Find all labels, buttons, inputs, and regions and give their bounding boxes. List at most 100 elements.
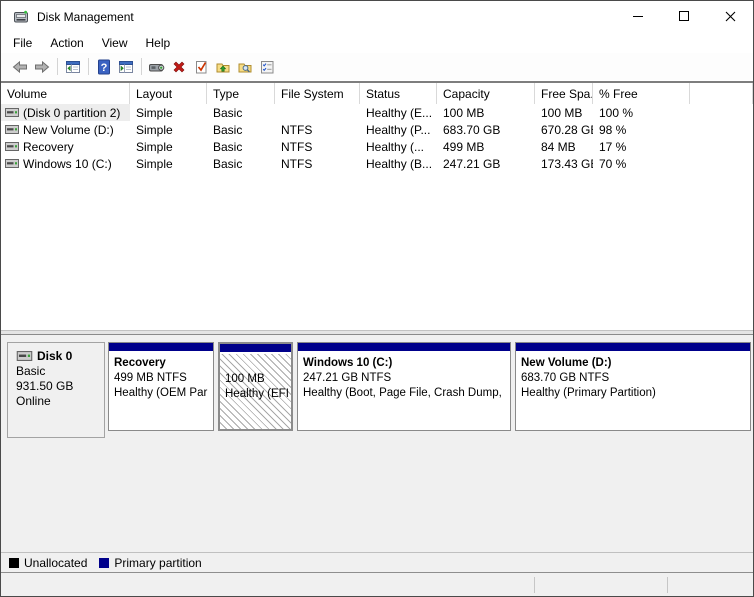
column-header-capacity[interactable]: Capacity xyxy=(437,83,535,104)
menu-view[interactable]: View xyxy=(93,34,137,52)
toolbar-separator xyxy=(57,58,58,75)
mark-partition-active-button[interactable] xyxy=(190,56,212,78)
primary-partition-band xyxy=(109,343,213,353)
cell-layout: Simple xyxy=(130,157,207,171)
cell-layout: Simple xyxy=(130,140,207,154)
forward-button[interactable] xyxy=(31,56,53,78)
rescan-disks-icon xyxy=(148,59,166,75)
cell-volume: (Disk 0 partition 2) xyxy=(1,104,130,121)
menu-file[interactable]: File xyxy=(4,34,41,52)
menubar: File Action View Help xyxy=(1,32,753,53)
volume-row-disk0-partition2[interactable]: (Disk 0 partition 2) Simple Basic Health… xyxy=(1,104,753,121)
maximize-button[interactable] xyxy=(661,1,707,31)
show-action-pane-icon xyxy=(118,59,134,75)
mark-partition-active-icon xyxy=(193,59,209,75)
partition-status: Healthy (Primary Partition) xyxy=(521,386,750,401)
column-header-layout[interactable]: Layout xyxy=(130,83,207,104)
partition-status: Healthy (OEM Par xyxy=(114,386,213,401)
open-button[interactable] xyxy=(212,56,234,78)
properties-icon xyxy=(259,59,275,75)
primary-partition-band xyxy=(298,343,510,353)
show-console-tree-button[interactable] xyxy=(62,56,84,78)
back-icon xyxy=(12,59,28,75)
disk-management-window: Disk Management File Action View Help xyxy=(0,0,754,597)
minimize-button[interactable] xyxy=(615,1,661,31)
cell-free-space: 173.43 GB xyxy=(535,157,593,171)
disk-icon xyxy=(16,351,33,361)
cell-pct-free: 17 % xyxy=(593,140,690,154)
show-action-pane-button[interactable] xyxy=(115,56,137,78)
column-header-volume[interactable]: Volume xyxy=(1,83,130,104)
cell-capacity: 247.21 GB xyxy=(437,157,535,171)
menu-action[interactable]: Action xyxy=(41,34,92,52)
cell-layout: Simple xyxy=(130,123,207,137)
partition-size: 499 MB NTFS xyxy=(114,371,213,386)
partition-new-volume-d[interactable]: New Volume (D:) 683.70 GB NTFS Healthy (… xyxy=(515,342,751,431)
disk-graphic-pane: Disk 0 Basic 931.50 GB Online Recovery 4… xyxy=(1,335,753,572)
show-console-tree-icon xyxy=(65,59,81,75)
partition-name: Recovery xyxy=(114,356,213,371)
legend-label: Primary partition xyxy=(114,556,201,570)
cell-status: Healthy (P... xyxy=(360,123,437,137)
volume-name: (Disk 0 partition 2) xyxy=(23,106,120,120)
open-icon xyxy=(215,59,231,75)
column-header-status[interactable]: Status xyxy=(360,83,437,104)
partition-size: 247.21 GB NTFS xyxy=(303,371,510,386)
properties-button[interactable] xyxy=(256,56,278,78)
titlebar: Disk Management xyxy=(1,1,753,32)
cell-free-space: 670.28 GB xyxy=(535,123,593,137)
window-title: Disk Management xyxy=(37,10,134,24)
column-header-file-system[interactable]: File System xyxy=(275,83,360,104)
cell-layout: Simple xyxy=(130,106,207,120)
menu-help[interactable]: Help xyxy=(137,34,180,52)
cell-status: Healthy (... xyxy=(360,140,437,154)
help-button[interactable]: ? xyxy=(93,56,115,78)
statusbar xyxy=(1,572,753,597)
disk0-header-panel[interactable]: Disk 0 Basic 931.50 GB Online xyxy=(7,342,105,438)
forward-icon xyxy=(34,59,50,75)
partition-efi-selected[interactable]: 100 MB Healthy (EFI xyxy=(218,342,293,431)
partition-size: 683.70 GB NTFS xyxy=(521,371,750,386)
volume-icon xyxy=(5,108,19,117)
column-header-empty xyxy=(690,83,753,104)
volume-row-recovery[interactable]: Recovery Simple Basic NTFS Healthy (... … xyxy=(1,138,753,155)
primary-partition-band xyxy=(516,343,750,353)
cell-type: Basic xyxy=(207,123,275,137)
volume-name: Windows 10 (C:) xyxy=(23,157,112,171)
rescan-disks-button[interactable] xyxy=(146,56,168,78)
explore-button[interactable] xyxy=(234,56,256,78)
cell-capacity: 100 MB xyxy=(437,106,535,120)
close-icon xyxy=(725,11,736,22)
maximize-icon xyxy=(679,11,689,21)
cell-file-system: NTFS xyxy=(275,140,360,154)
partition-name: Windows 10 (C:) xyxy=(303,356,510,371)
close-button[interactable] xyxy=(707,1,753,31)
cell-type: Basic xyxy=(207,106,275,120)
cell-volume: New Volume (D:) xyxy=(1,121,130,138)
primary-partition-color-swatch xyxy=(99,558,109,568)
cell-volume: Windows 10 (C:) xyxy=(1,155,130,172)
partition-status: Healthy (Boot, Page File, Crash Dump, xyxy=(303,386,510,401)
back-button[interactable] xyxy=(9,56,31,78)
toolbar-separator xyxy=(141,58,142,75)
partition-windows-10-c[interactable]: Windows 10 (C:) 247.21 GB NTFS Healthy (… xyxy=(297,342,511,431)
volume-name: New Volume (D:) xyxy=(23,123,114,137)
cell-volume: Recovery xyxy=(1,138,130,155)
volume-row-windows-10-c[interactable]: Windows 10 (C:) Simple Basic NTFS Health… xyxy=(1,155,753,172)
column-header-free-space[interactable]: Free Spa... xyxy=(535,83,593,104)
delete-volume-button[interactable] xyxy=(168,56,190,78)
delete-volume-icon xyxy=(171,59,187,75)
volume-icon xyxy=(5,125,19,134)
minimize-icon xyxy=(633,16,643,17)
column-header-pct-free[interactable]: % Free xyxy=(593,83,690,104)
column-header-type[interactable]: Type xyxy=(207,83,275,104)
volume-list-header: Volume Layout Type File System Status Ca… xyxy=(1,83,753,104)
partition-size: 100 MB xyxy=(225,372,291,387)
svg-text:?: ? xyxy=(101,62,108,74)
volume-row-new-volume-d[interactable]: New Volume (D:) Simple Basic NTFS Health… xyxy=(1,121,753,138)
legend-bar: Unallocated Primary partition xyxy=(1,552,753,572)
window-controls xyxy=(615,1,753,31)
app-disk-icon xyxy=(12,9,30,25)
partition-recovery[interactable]: Recovery 499 MB NTFS Healthy (OEM Par xyxy=(108,342,214,431)
cell-pct-free: 100 % xyxy=(593,106,690,120)
